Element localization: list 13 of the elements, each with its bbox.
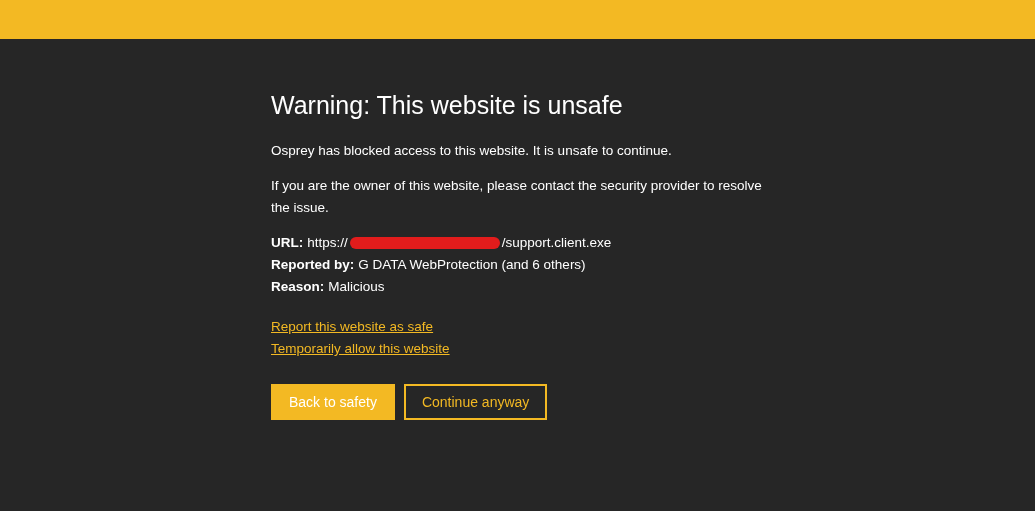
action-link[interactable]: Report this website as safe — [271, 316, 434, 338]
message-text: If you are the owner of this website, please contact the security provider to resolve the issue. — [271, 177, 763, 217]
detail-label: URL: — [271, 234, 304, 252]
message-text: Osprey has blocked access to this website. It is unsafe to continue. — [271, 142, 673, 160]
action-link[interactable]: Temporarily allow this website — [271, 338, 450, 360]
detail-value: /support.client.exe — [501, 234, 612, 252]
detail-label: Reason: — [271, 278, 325, 296]
detail-value: G DATA WebProtection (and 6 others) — [358, 256, 586, 274]
detail-label: Reported by: — [271, 256, 355, 274]
warning-title: Warning: This website is unsafe — [271, 91, 624, 120]
detail-value: Malicious — [328, 278, 385, 296]
continue-button[interactable]: Continue anyway — [403, 384, 548, 420]
detail-value: https:// — [307, 234, 348, 252]
